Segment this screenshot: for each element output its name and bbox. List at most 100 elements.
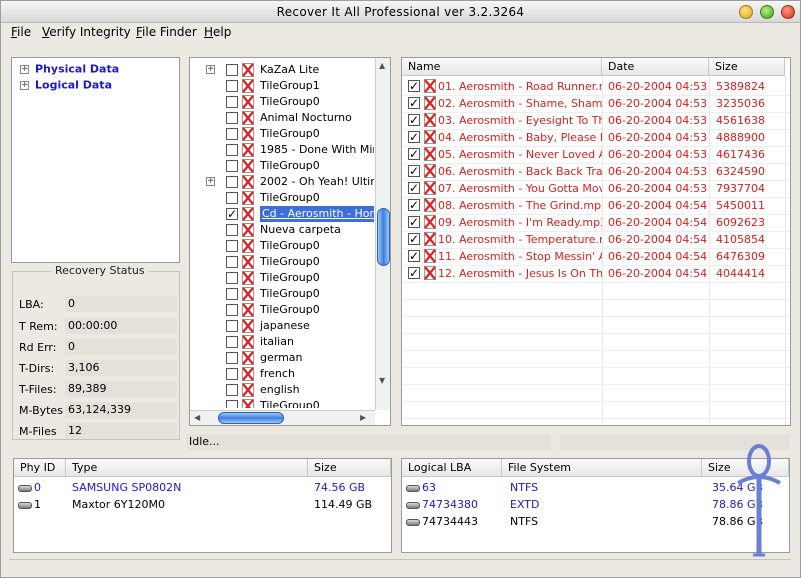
file-row[interactable]: 12. Aerosmith - Jesus Is On Th... 06-20-2… <box>404 265 784 282</box>
checkbox-icon[interactable] <box>226 304 238 316</box>
maximize-button[interactable] <box>760 5 774 19</box>
checkbox-icon[interactable] <box>226 224 238 236</box>
file-row[interactable]: 01. Aerosmith - Road Runner.m... 06-20-20… <box>404 78 784 95</box>
expand-icon[interactable] <box>206 257 215 266</box>
file-row[interactable]: 02. Aerosmith - Shame, Shame,... 06-20-20… <box>404 95 784 112</box>
file-row[interactable]: 10. Aerosmith - Temperature.mp3 06-20-200… <box>404 231 784 248</box>
file-row[interactable]: 09. Aerosmith - I'm Ready.mp3 06-20-2004 … <box>404 214 784 231</box>
checkbox-icon[interactable] <box>226 240 238 252</box>
checkbox-icon[interactable] <box>226 80 238 92</box>
checkbox-icon[interactable] <box>408 78 420 95</box>
expand-icon[interactable] <box>206 209 215 218</box>
expand-icon[interactable]: + <box>206 65 215 74</box>
expand-icon[interactable]: + <box>206 177 215 186</box>
scroll-left-arrow-icon[interactable]: ◀ <box>194 413 200 422</box>
column-header-file-system[interactable]: File System <box>502 459 702 477</box>
logical-disk-row[interactable]: 74734380 EXTD 78.86 GB <box>404 496 789 513</box>
expand-icon[interactable] <box>206 289 215 298</box>
file-row[interactable]: 05. Aerosmith - Never Loved A ... 06-20-2… <box>404 146 784 163</box>
scroll-down-arrow-icon[interactable]: ▼ <box>379 376 385 385</box>
checkbox-icon[interactable] <box>226 144 238 156</box>
checkbox-icon[interactable] <box>408 265 420 282</box>
file-row[interactable]: 06. Aerosmith - Back Back Trai... 06-20-2… <box>404 163 784 180</box>
menu-file[interactable]: File <box>11 25 31 39</box>
column-header-name[interactable]: Name <box>402 58 602 76</box>
tree-item-physical-data[interactable]: + Physical Data <box>20 62 119 77</box>
checkbox-icon[interactable] <box>408 146 420 163</box>
physical-disk-row[interactable]: 0 SAMSUNG SP0802N 74.56 GB <box>16 479 391 496</box>
expand-icon[interactable]: + <box>20 80 29 90</box>
file-row[interactable]: 04. Aerosmith - Baby, Please D... 06-20-2… <box>404 129 784 146</box>
checkbox-icon[interactable] <box>408 163 420 180</box>
logical-disk-row[interactable]: 63 NTFS 35.64 GB <box>404 479 789 496</box>
scroll-up-arrow-icon[interactable]: ▲ <box>379 61 385 70</box>
menu-file-finder[interactable]: File Finder <box>136 25 197 39</box>
checkbox-icon[interactable] <box>408 248 420 265</box>
menu-verify-integrity[interactable]: Verify Integrity <box>42 25 131 39</box>
checkbox-icon[interactable] <box>408 197 420 214</box>
expand-icon[interactable] <box>206 321 215 330</box>
checkbox-icon[interactable] <box>226 128 238 140</box>
checkbox-icon[interactable] <box>226 96 238 108</box>
expand-icon[interactable] <box>206 273 215 282</box>
minimize-button[interactable] <box>739 5 753 19</box>
checkbox-icon[interactable] <box>408 180 420 197</box>
column-header-logical-lba[interactable]: Logical LBA <box>402 459 502 477</box>
expand-icon[interactable] <box>206 145 215 154</box>
expand-icon[interactable] <box>206 385 215 394</box>
column-header-size[interactable]: Size <box>709 58 785 76</box>
physical-disk-row[interactable]: 1 Maxtor 6Y120M0 114.49 GB <box>16 496 391 513</box>
checkbox-icon[interactable] <box>408 231 420 248</box>
folder-tree-vertical-scrollbar[interactable]: ▲ ▼ <box>375 58 390 410</box>
expand-icon[interactable] <box>206 193 215 202</box>
expand-icon[interactable] <box>206 369 215 378</box>
close-button[interactable] <box>781 5 795 19</box>
checkbox-icon[interactable] <box>408 214 420 231</box>
checkbox-icon[interactable] <box>226 368 238 380</box>
checkbox-icon[interactable] <box>226 192 238 204</box>
file-row[interactable]: 07. Aerosmith - You Gotta Mov... 06-20-20… <box>404 180 784 197</box>
checkbox-icon[interactable] <box>226 64 238 76</box>
checkbox-icon[interactable] <box>226 256 238 268</box>
scroll-right-arrow-icon[interactable]: ▶ <box>360 413 366 422</box>
folder-tree-horizontal-scrollbar[interactable]: ◀ ▶ <box>190 410 375 425</box>
tree-item-logical-data[interactable]: + Logical Data <box>20 78 112 93</box>
file-row[interactable]: 03. Aerosmith - Eyesight To Th... 06-20-2… <box>404 112 784 129</box>
checkbox-icon[interactable] <box>226 352 238 364</box>
checkbox-icon[interactable] <box>408 129 420 146</box>
checkbox-icon[interactable] <box>408 95 420 112</box>
checkbox-icon[interactable] <box>226 206 238 222</box>
file-row[interactable]: 08. Aerosmith - The Grind.mp3 06-20-2004 … <box>404 197 784 214</box>
expand-icon[interactable] <box>206 337 215 346</box>
checkbox-icon[interactable] <box>408 112 420 129</box>
expand-icon[interactable] <box>206 401 215 408</box>
checkbox-icon[interactable] <box>226 336 238 348</box>
logical-disk-row[interactable]: 74734443 NTFS 78.86 GB <box>404 513 789 530</box>
expand-icon[interactable] <box>206 81 215 90</box>
checkbox-icon[interactable] <box>226 384 238 396</box>
file-row[interactable]: 11. Aerosmith - Stop Messin' Ar... 06-20-… <box>404 248 784 265</box>
scroll-thumb[interactable] <box>377 208 390 266</box>
menu-help[interactable]: Help <box>204 25 231 39</box>
expand-icon[interactable] <box>206 353 215 362</box>
expand-icon[interactable] <box>206 161 215 170</box>
checkbox-icon[interactable] <box>226 320 238 332</box>
expand-icon[interactable] <box>206 97 215 106</box>
checkbox-icon[interactable] <box>226 112 238 124</box>
checkbox-icon[interactable] <box>226 160 238 172</box>
expand-icon[interactable] <box>206 305 215 314</box>
checkbox-icon[interactable] <box>226 288 238 300</box>
expand-icon[interactable] <box>206 225 215 234</box>
column-header-phy-id[interactable]: Phy ID <box>14 459 66 477</box>
checkbox-icon[interactable] <box>226 176 238 188</box>
column-header-size[interactable]: Size <box>308 459 391 477</box>
expand-icon[interactable] <box>206 129 215 138</box>
expand-icon[interactable] <box>206 241 215 250</box>
scroll-thumb[interactable] <box>218 412 284 424</box>
checkbox-icon[interactable] <box>226 400 238 408</box>
expand-icon[interactable]: + <box>20 64 29 74</box>
column-header-date[interactable]: Date <box>602 58 709 76</box>
column-header-type[interactable]: Type <box>66 459 308 477</box>
expand-icon[interactable] <box>206 113 215 122</box>
checkbox-icon[interactable] <box>226 272 238 284</box>
